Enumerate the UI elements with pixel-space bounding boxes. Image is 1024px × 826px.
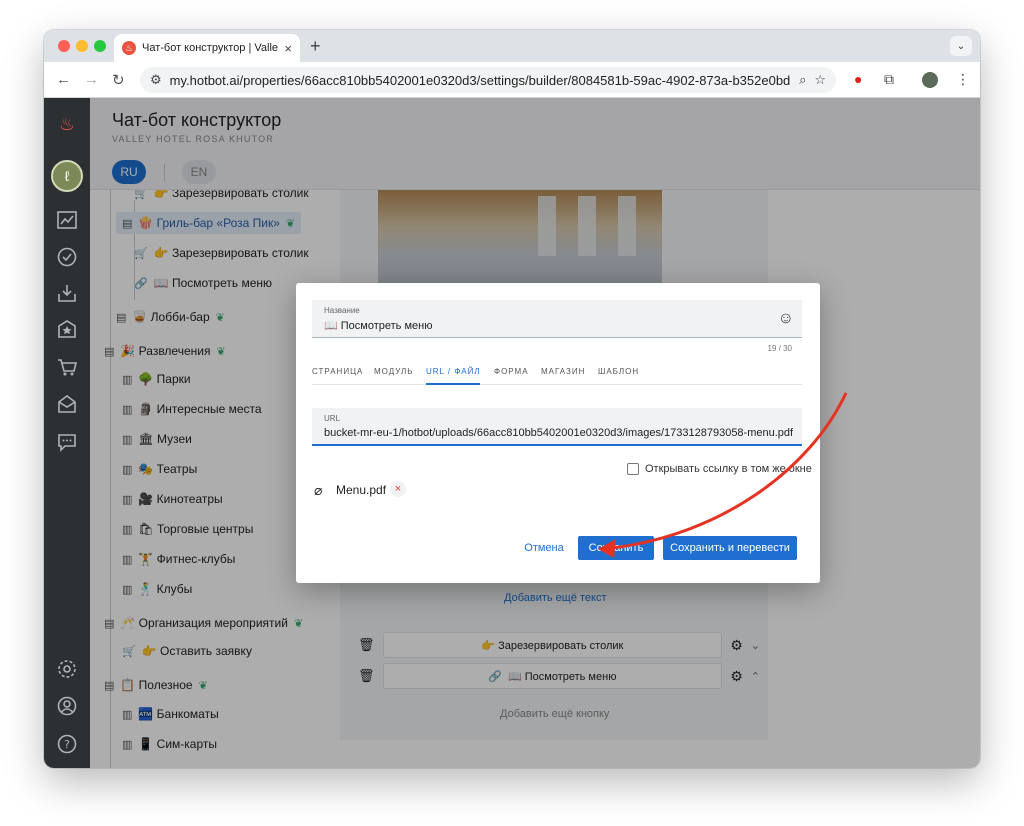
browser-tab[interactable]: ♨ Чат-бот конструктор | Valley × (114, 34, 300, 62)
shop-cart-icon[interactable] (53, 353, 81, 381)
inbox-download-icon[interactable] (53, 279, 81, 307)
forward-icon[interactable]: → (84, 71, 99, 88)
help-question-icon[interactable]: ? (53, 730, 81, 758)
new-tab-button[interactable]: + (310, 36, 321, 57)
tab-module[interactable]: МОДУЛЬ (374, 367, 414, 376)
tab-search-button[interactable]: ⌄ (950, 36, 972, 56)
account-user-icon[interactable] (53, 692, 81, 720)
save-and-translate-button[interactable]: Сохранить и перевести (663, 536, 797, 560)
active-tab-underline (426, 383, 480, 385)
reload-icon[interactable]: ↻ (112, 71, 125, 89)
url-field-label: URL (324, 414, 341, 423)
url-field[interactable]: URL bucket-mr-eu-1/hotbot/uploads/66acc8… (312, 408, 802, 446)
left-rail: ♨ ℓ ? (44, 98, 90, 768)
tasks-check-icon[interactable] (53, 243, 81, 271)
analytics-icon[interactable] (53, 206, 81, 234)
name-field[interactable]: Название 📖 Посмотреть меню ☺ (312, 300, 802, 338)
bookmark-star-icon[interactable]: ☆ (814, 72, 826, 88)
minimize-window-button[interactable] (76, 40, 88, 52)
remove-file-icon[interactable]: × (390, 481, 406, 497)
hotbot-logo-icon[interactable]: ♨ (53, 110, 81, 138)
property-avatar[interactable]: ℓ (51, 160, 83, 192)
close-window-button[interactable] (58, 40, 70, 52)
profile-avatar[interactable] (922, 72, 938, 88)
zoom-icon[interactable]: ⌕ (799, 72, 806, 88)
tab-shop[interactable]: МАГАЗИН (541, 367, 585, 376)
browser-window: ♨ Чат-бот конструктор | Valley × + ⌄ ← →… (44, 30, 980, 768)
url-field-value[interactable]: bucket-mr-eu-1/hotbot/uploads/66acc810bb… (324, 427, 794, 439)
tab-title: Чат-бот конструктор | Valley (142, 42, 279, 54)
cancel-button[interactable]: Отмена (518, 536, 570, 560)
same-window-label: Открывать ссылку в том же окне (645, 463, 812, 475)
browser-tabbar: ♨ Чат-бот конструктор | Valley × + ⌄ (44, 30, 980, 62)
save-button[interactable]: Сохранить (578, 536, 654, 560)
mail-campaign-icon[interactable] (53, 390, 81, 418)
modal-backdrop[interactable]: Название 📖 Посмотреть меню ☺ 19 / 30 СТР… (90, 98, 980, 768)
same-window-checkbox[interactable] (627, 463, 639, 475)
svg-text:?: ? (64, 738, 70, 751)
omnibox[interactable]: ⚙ my.hotbot.ai/properties/66acc810bb5402… (140, 67, 836, 93)
back-icon[interactable]: ← (56, 71, 71, 88)
tab-template[interactable]: ШАБЛОН (598, 367, 639, 376)
button-edit-modal: Название 📖 Посмотреть меню ☺ 19 / 30 СТР… (296, 283, 820, 583)
tab-url-file[interactable]: URL / ФАЙЛ (426, 367, 481, 376)
chat-icon[interactable] (53, 428, 81, 456)
name-field-value[interactable]: 📖 Посмотреть меню (324, 319, 792, 332)
url-text[interactable]: my.hotbot.ai/properties/66acc810bb540200… (170, 73, 791, 88)
site-settings-icon[interactable]: ⚙ (150, 72, 162, 88)
link-type-tabs: СТРАНИЦА МОДУЛЬ URL / ФАЙЛ ФОРМА МАГАЗИН… (312, 365, 802, 385)
settings-gear-icon[interactable] (53, 655, 81, 683)
name-field-label: Название (324, 306, 360, 315)
reviews-star-icon[interactable] (53, 315, 81, 343)
char-counter: 19 / 30 (767, 344, 792, 353)
tab-page[interactable]: СТРАНИЦА (312, 367, 363, 376)
tab-form[interactable]: ФОРМА (494, 367, 529, 376)
app-root: ♨ ℓ ? Чат-бот конструктор VALLEY HOTEL R… (44, 98, 980, 768)
address-bar: ← → ↻ ⚙ my.hotbot.ai/properties/66acc810… (44, 62, 980, 98)
close-tab-icon[interactable]: × (284, 41, 292, 56)
attached-file-name[interactable]: Menu.pdf (336, 483, 386, 497)
browser-menu-icon[interactable]: ⋮ (956, 71, 970, 88)
flame-icon: ♨ (122, 41, 136, 55)
emoji-picker-icon[interactable]: ☺ (778, 310, 794, 328)
zoom-window-button[interactable] (94, 40, 106, 52)
extensions-icon[interactable]: ⧉ (884, 71, 894, 88)
paperclip-icon: ⌀ (314, 482, 323, 498)
opera-extension-icon[interactable]: ● (854, 71, 862, 87)
